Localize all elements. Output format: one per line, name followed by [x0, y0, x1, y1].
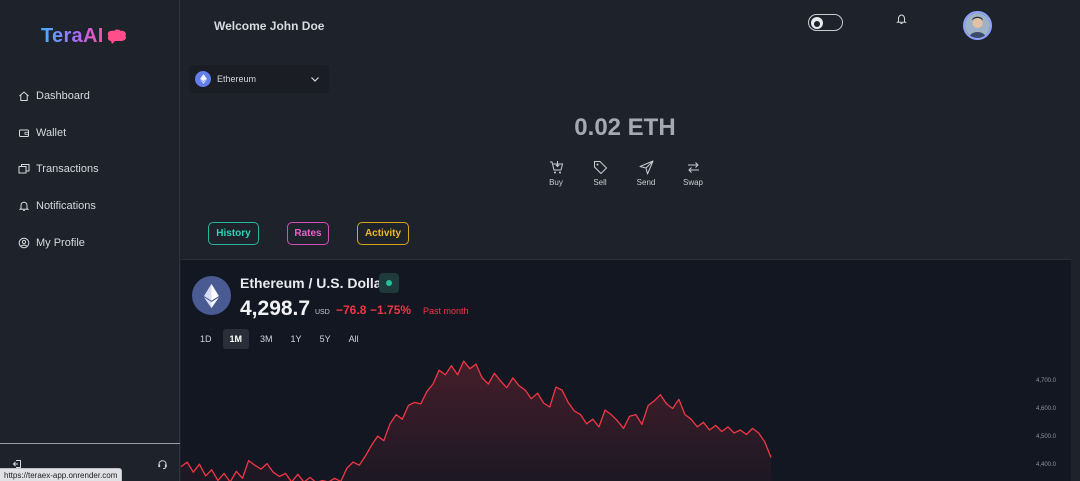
transactions-icon — [18, 164, 30, 174]
welcome-text: Welcome John Doe — [214, 19, 325, 33]
y-tick-label: 4,600.0 — [1036, 406, 1057, 412]
ethereum-logo-icon — [192, 276, 231, 315]
y-tick-label: 4,500.0 — [1036, 434, 1057, 440]
wallet-actions: Buy Sell Send Swap — [540, 160, 720, 192]
tag-icon — [593, 161, 607, 175]
buy-label: Buy — [549, 178, 563, 187]
logo-text: TeraAI — [41, 25, 104, 47]
status-bar-url: https://teraex-app.onrender.com — [0, 468, 123, 481]
range-1d[interactable]: 1D — [193, 329, 219, 349]
cart-icon — [549, 161, 563, 174]
user-avatar-icon — [965, 13, 990, 38]
sidebar-item-wallet[interactable]: Wallet — [0, 115, 180, 152]
wallet-icon — [19, 129, 29, 137]
send-button[interactable]: Send — [626, 160, 666, 187]
app-logo[interactable]: TeraAI — [41, 25, 127, 48]
y-tick-label: 4,400.0 — [1036, 462, 1057, 468]
sidebar-item-dashboard[interactable]: Dashboard — [0, 78, 180, 115]
sidebar-item-transactions[interactable]: Transactions — [0, 151, 180, 188]
change-period: Past month — [423, 306, 469, 316]
user-circle-icon — [18, 237, 30, 248]
sidebar-item-label: Notifications — [36, 200, 96, 213]
range-1y[interactable]: 1Y — [284, 329, 309, 349]
sidebar-item-my-profile[interactable]: My Profile — [0, 224, 180, 261]
coin-select[interactable]: Ethereum — [189, 65, 329, 93]
sidebar-item-label: My Profile — [36, 236, 85, 249]
wallet-balance: 0.02 ETH — [574, 114, 676, 141]
bell-icon — [18, 201, 30, 211]
price-area — [181, 361, 771, 481]
sidebar-nav: Dashboard Wallet Transactions Notificati… — [0, 78, 180, 261]
send-label: Send — [636, 178, 656, 187]
sidebar-item-notifications[interactable]: Notifications — [0, 188, 180, 225]
tab-history[interactable]: History — [208, 222, 259, 245]
chevron-down-icon — [311, 77, 319, 82]
notification-bell-icon[interactable] — [896, 13, 907, 25]
price-chart[interactable] — [181, 358, 1026, 481]
y-tick-label: 4,700.0 — [1036, 378, 1057, 384]
range-1m[interactable]: 1M — [222, 329, 250, 349]
sidebar: TeraAI Dashboard Wallet Transactions Not… — [0, 0, 180, 481]
swap-label: Swap — [682, 178, 703, 187]
sun-icon — [814, 21, 820, 27]
range-selector: 1D 1M 3M 1Y 5Y All — [193, 329, 370, 349]
home-icon — [19, 91, 29, 102]
pair-title: Ethereum / U.S. Dollar — [240, 275, 388, 291]
sell-button[interactable]: Sell — [580, 160, 620, 187]
coin-select-value: Ethereum — [217, 74, 257, 84]
send-icon — [639, 160, 653, 175]
market-open-indicator — [379, 273, 399, 293]
sidebar-item-label: Transactions — [36, 163, 99, 176]
swap-icon — [687, 162, 699, 173]
toggle-knob — [811, 17, 823, 29]
sidebar-item-label: Wallet — [36, 126, 67, 139]
sidebar-item-label: Dashboard — [36, 90, 90, 103]
price-change-percent: −1.75% — [370, 303, 412, 317]
price-currency: USD — [315, 309, 330, 316]
price-change: −76.8 — [336, 303, 367, 317]
scrollbar[interactable] — [1071, 259, 1080, 481]
avatar[interactable] — [963, 11, 992, 40]
range-5y[interactable]: 5Y — [313, 329, 338, 349]
range-3m[interactable]: 3M — [253, 329, 280, 349]
brain-icon — [107, 29, 126, 44]
range-all[interactable]: All — [342, 329, 366, 349]
current-price: 4,298.7 — [240, 297, 311, 320]
price-chart-widget: Ethereum / U.S. Dollar 4,298.7 USD −76.8… — [181, 259, 1071, 481]
tab-activity[interactable]: Activity — [357, 222, 409, 245]
theme-toggle[interactable] — [808, 14, 843, 31]
buy-button[interactable]: Buy — [536, 160, 576, 187]
support-icon[interactable] — [157, 459, 168, 470]
sell-label: Sell — [593, 178, 607, 187]
swap-button[interactable]: Swap — [673, 160, 713, 187]
ethereum-icon — [195, 71, 211, 87]
tab-rates[interactable]: Rates — [287, 222, 329, 245]
